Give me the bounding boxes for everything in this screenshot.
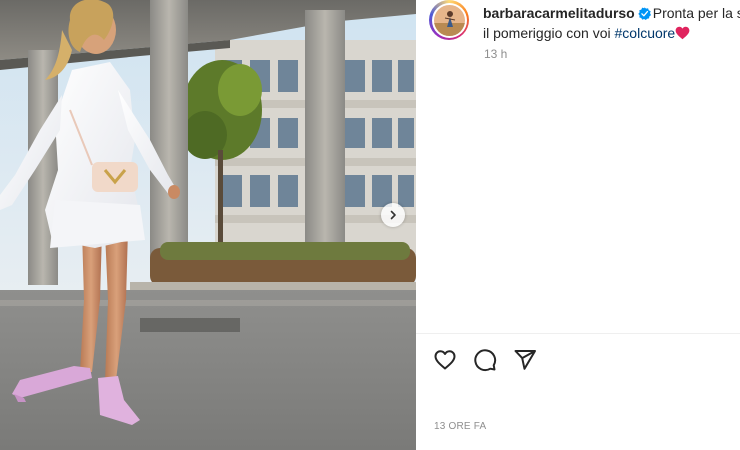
caption-line-2: il pomeriggio con voi #colcuore: [483, 23, 740, 43]
hashtag-link[interactable]: #colcuore: [615, 25, 676, 41]
post-photo-scene: [0, 0, 416, 450]
paper-plane-icon: [514, 350, 536, 370]
share-button[interactable]: [513, 348, 537, 372]
red-heart-emoji-icon: [675, 26, 690, 40]
carousel-next-button[interactable]: [381, 203, 405, 227]
section-divider: [416, 333, 740, 334]
post-photo: [0, 0, 416, 450]
verified-badge-icon: [638, 7, 651, 20]
comment-bubble-icon: [474, 349, 497, 372]
heart-icon: [434, 350, 456, 370]
avatar-image: [433, 4, 465, 36]
chevron-right-icon: [390, 210, 396, 220]
comment-button[interactable]: [473, 348, 497, 372]
post-action-bar: [433, 348, 537, 372]
post-caption: barbaracarmelitadurso Pronta per la se il…: [483, 3, 740, 43]
caption-text-line2: il pomeriggio con voi: [483, 25, 615, 41]
username-link[interactable]: barbaracarmelitadurso: [483, 5, 635, 21]
relative-timestamp: 13 h: [484, 47, 508, 61]
avatar[interactable]: [429, 0, 469, 40]
like-button[interactable]: [433, 348, 457, 372]
post-date-label: 13 ORE FA: [434, 421, 487, 432]
caption-text-line1: Pronta per la se: [652, 5, 740, 21]
caption-line-1: barbaracarmelitadurso Pronta per la se: [483, 3, 740, 23]
post-side-panel: barbaracarmelitadurso Pronta per la se il…: [416, 0, 740, 450]
